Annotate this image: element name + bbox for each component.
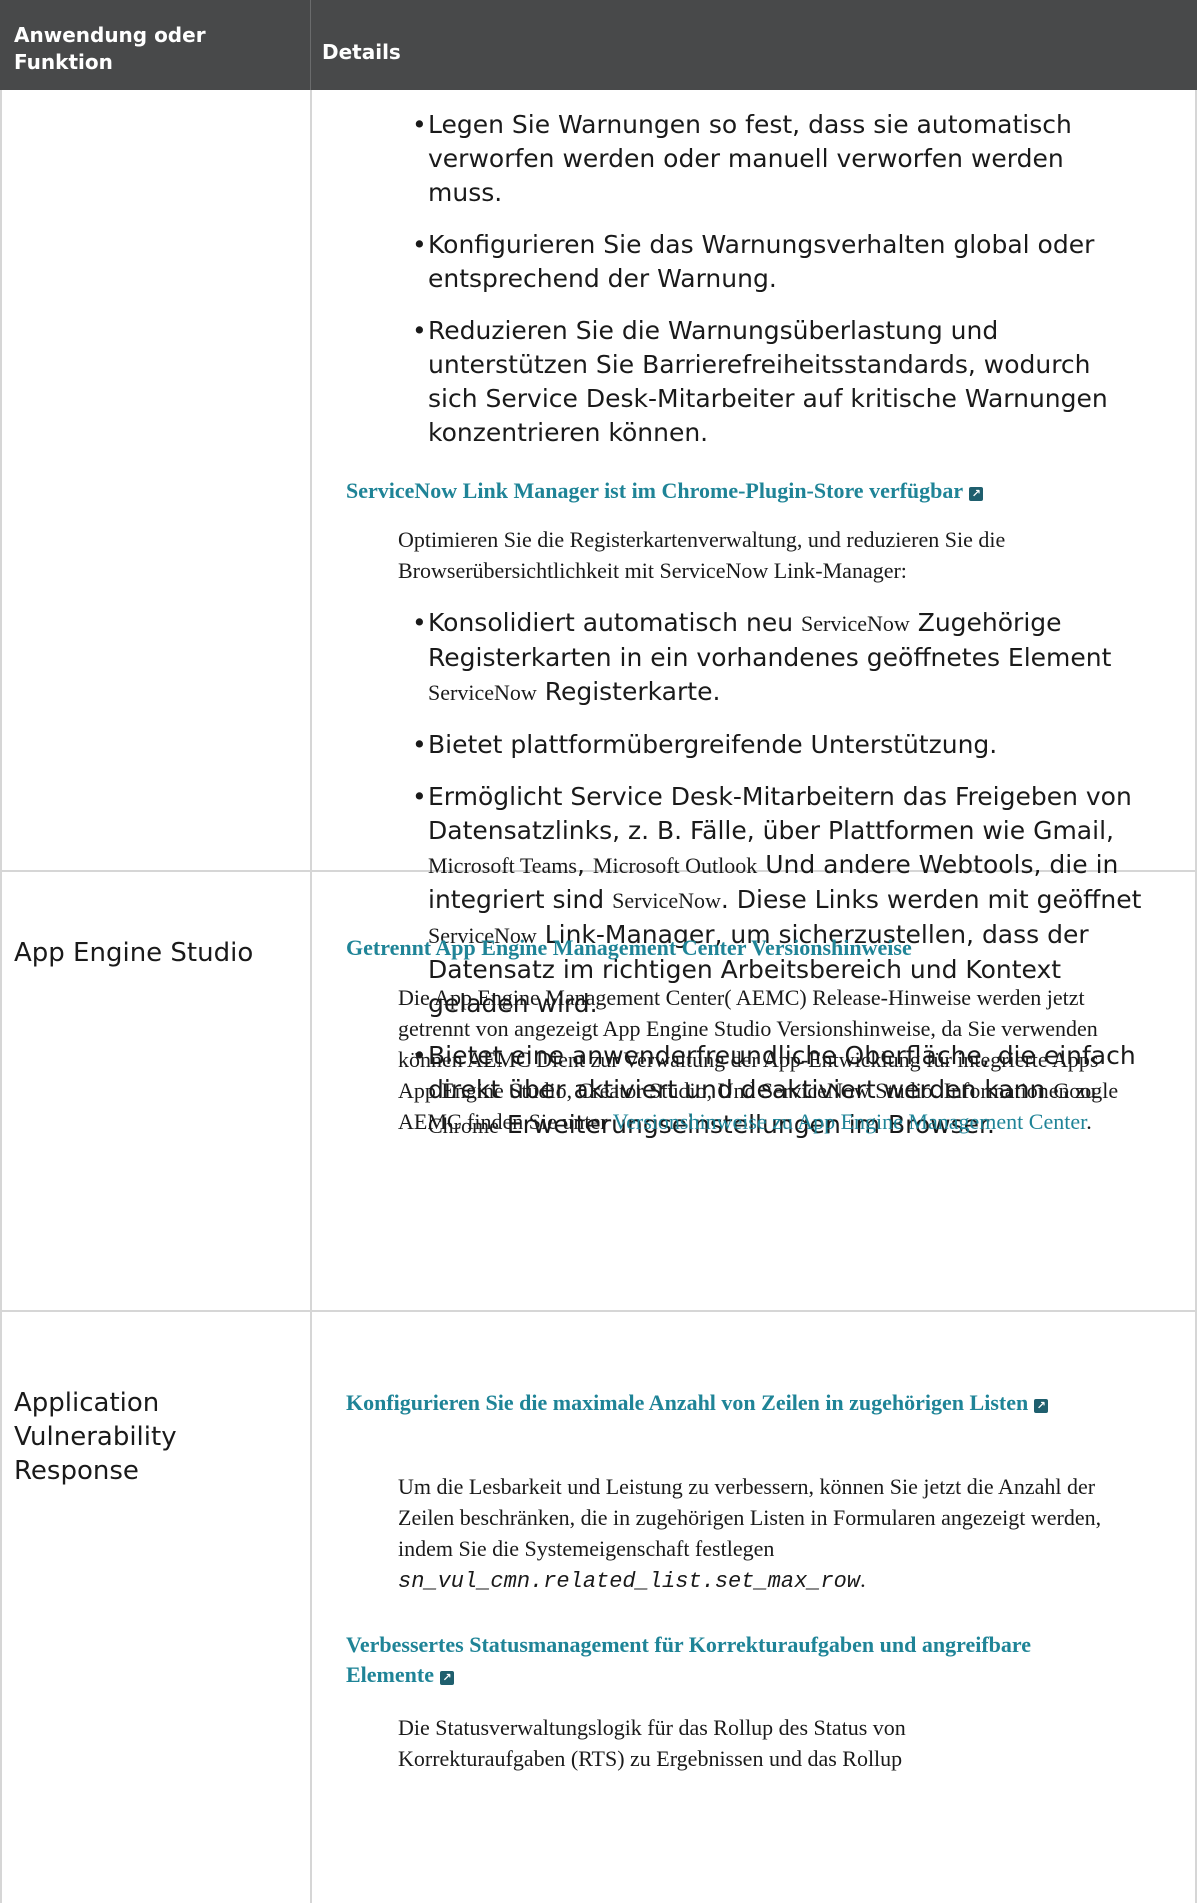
status-management-heading[interactable]: Verbessertes Statusmanagement für Korrek… [346,1630,1066,1690]
external-link-icon[interactable]: ↗ [969,487,984,501]
system-property-code: sn_vul_cmn.related_list.set_max_row [398,1569,861,1594]
warning-bullets: Legen Sie Warnungen so fest, dass sie au… [412,108,1132,468]
column-divider [310,90,312,1903]
row-divider-2 [0,1310,1197,1312]
aemc-text: Die App Engine Management Center( AEMC) … [398,985,1099,1134]
header-divider [310,0,311,90]
list-item: Konfigurieren Sie das Warnungsverhalten … [412,228,1132,296]
max-rows-heading[interactable]: Konfigurieren Sie die maximale Anzahl vo… [346,1388,1136,1418]
link-manager-intro: Optimieren Sie die Registerkartenverwalt… [398,527,1006,583]
row-label-avr: Application Vulnerability Response [14,1388,177,1486]
external-link-icon[interactable]: ↗ [439,1671,454,1685]
status-management-text: Die Statusverwaltungslogik für das Rollu… [398,1715,906,1771]
heading-text[interactable]: ServiceNow Link Manager ist im Chrome-Pl… [346,478,963,503]
external-link-icon[interactable]: ↗ [1034,1399,1049,1413]
list-item: Bietet plattformübergreifende Unterstütz… [412,728,1142,762]
aemc-release-notes-link[interactable]: Versionshinweise zu App Engine Managemen… [613,1109,1087,1134]
list-item: Reduzieren Sie die Warnungsüberlastung u… [412,314,1132,450]
header-col-details: Details [322,40,401,64]
max-rows-text: Um die Lesbarkeit und Leistung zu verbes… [398,1474,1102,1594]
link-manager-heading[interactable]: ServiceNow Link Manager ist im Chrome-Pl… [346,476,1166,506]
aemc-heading[interactable]: Getrennt App Engine Management Center Ve… [346,933,1166,963]
row-label-app-engine-studio: App Engine Studio [14,938,254,968]
table-header: Anwendung oder Funktion Details [0,0,1197,90]
left-border [0,90,2,1903]
header-col-application: Anwendung oder Funktion [14,23,206,74]
list-item: Legen Sie Warnungen so fest, dass sie au… [412,108,1132,210]
list-item: Konsolidiert automatisch neu ServiceNow … [412,606,1142,710]
